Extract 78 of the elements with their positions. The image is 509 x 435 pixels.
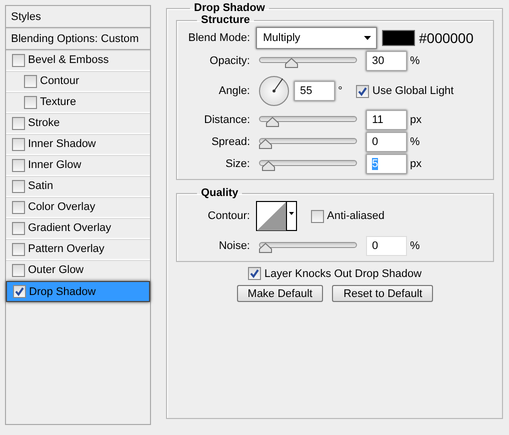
effect-item[interactable]: Color Overlay [6,197,150,218]
checkbox[interactable] [356,84,370,98]
effect-item[interactable]: Inner Shadow [6,134,150,155]
effect-item[interactable]: Drop Shadow [6,281,150,302]
effect-item[interactable]: Stroke [6,113,150,134]
effect-label: Satin [28,180,54,192]
slider-thumb[interactable] [262,161,275,171]
sidebar-header[interactable]: Styles [6,6,150,28]
unit-label: % [410,55,420,67]
effect-item[interactable]: Pattern Overlay [6,239,150,260]
value-field[interactable]: 0 [366,132,407,152]
effect-label: Color Overlay [28,201,96,213]
checkbox-label: Layer Knocks Out Drop Shadow [264,268,422,280]
effect-item[interactable]: Satin [6,176,150,197]
group-title: Structure [200,14,251,26]
effect-label: Outer Glow [28,264,84,276]
value-field[interactable]: 30 [366,51,407,71]
checkbox[interactable] [12,54,25,66]
effect-item[interactable]: Contour [6,71,150,92]
unit-label: ° [338,85,342,97]
unit-label: % [410,240,420,252]
effect-label: Texture [40,96,76,108]
effect-label: Bevel & Emboss [28,54,109,66]
slider-thumb[interactable] [284,58,298,68]
effect-label: Inner Shadow [28,138,96,150]
effect-label: Inner Glow [28,159,82,171]
field-label: Size: [224,158,251,170]
checkbox[interactable] [24,96,37,108]
checkbox[interactable] [12,200,25,214]
caret-icon [364,36,371,40]
unit-label: px [410,158,422,170]
slider-thumb[interactable] [259,243,272,253]
group-title: Quality [200,187,240,199]
checkbox[interactable] [12,158,25,172]
checkbox[interactable] [24,74,37,88]
checkbox[interactable] [248,267,262,280]
blend-mode-select[interactable]: Multiply [256,27,377,49]
effect-label: Stroke [28,117,60,129]
value-field[interactable]: 55 [294,81,335,101]
checkbox[interactable] [13,285,26,298]
value-field[interactable]: 0 [366,236,407,256]
slider-thumb[interactable] [259,139,272,149]
default-button[interactable]: Make Default [236,285,324,302]
value-field[interactable]: 11 [366,110,407,130]
field-label: Distance: [203,114,251,126]
checkbox[interactable] [12,264,25,276]
unit-label: px [410,114,422,126]
effect-label: Contour [40,75,80,87]
checkbox[interactable] [12,116,25,130]
effect-item[interactable]: Texture [6,92,150,113]
field-label: Contour: [206,210,251,222]
checkbox[interactable] [12,180,25,192]
checkbox-label: Anti-aliased [327,210,384,222]
effect-item[interactable]: Bevel & Emboss [6,50,150,71]
unit-label: % [410,136,420,148]
field-label: Blend Mode: [187,32,251,44]
sidebar-header[interactable]: Blending Options: Custom [6,28,150,50]
field-label: Spread: [210,136,251,148]
effect-item[interactable]: Inner Glow [6,155,150,176]
angle-dial[interactable] [259,76,289,106]
effect-label: Pattern Overlay [28,243,104,255]
checkbox[interactable] [311,210,324,222]
default-button[interactable]: Reset to Default [332,285,434,302]
checkbox[interactable] [12,138,25,150]
effect-label: Gradient Overlay [28,222,112,234]
slider-thumb[interactable] [266,117,279,127]
checkbox[interactable] [12,242,25,256]
checkbox[interactable] [12,222,25,234]
checkbox-label: Use Global Light [372,85,454,97]
field-label: Angle: [218,85,251,97]
field-label: Noise: [218,240,251,252]
color-hex: #000000 [419,30,474,46]
effect-label: Drop Shadow [29,286,96,298]
effect-item[interactable]: Gradient Overlay [6,218,150,239]
contour-picker[interactable] [256,201,297,231]
panel-title: Drop Shadow [193,2,266,14]
color-swatch[interactable] [382,30,415,46]
field-label: Opacity: [208,55,251,67]
